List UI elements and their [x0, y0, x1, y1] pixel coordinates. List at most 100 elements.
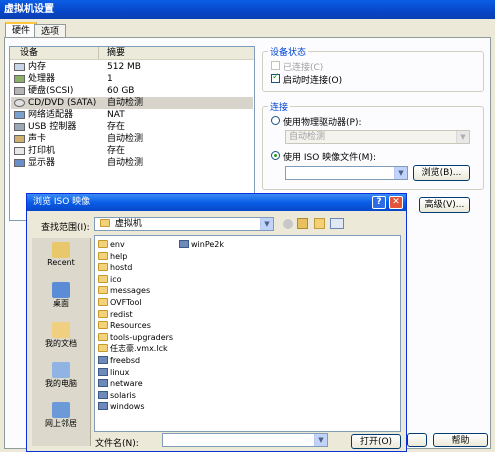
device-row-usb[interactable]: USB 控制器 存在: [11, 121, 253, 133]
connect-on-power-checkbox[interactable]: ✓: [271, 72, 280, 83]
file-name: winPe2k: [191, 240, 225, 249]
dialog-title: 浏览 ISO 映像: [27, 194, 406, 211]
file-name: linux: [110, 367, 130, 377]
help-button[interactable]: 帮助: [433, 433, 488, 447]
folder-icon: [98, 332, 108, 341]
device-row-network[interactable]: 网络适配器 NAT: [11, 109, 253, 121]
file-item[interactable]: OVFTool: [98, 297, 142, 308]
iso-file-icon: [98, 379, 108, 388]
folder-icon: [98, 286, 108, 295]
file-item[interactable]: Resources: [98, 320, 151, 331]
file-item[interactable]: hostd: [98, 262, 132, 273]
file-item[interactable]: env: [98, 239, 125, 250]
recent-icon: [52, 242, 70, 258]
documents-icon: [52, 322, 70, 338]
help-icon[interactable]: ?: [372, 196, 386, 209]
new-folder-icon[interactable]: [314, 218, 325, 229]
device-row-sound[interactable]: 声卡 自动检测: [11, 133, 253, 145]
iso-file-icon: [98, 367, 108, 376]
printer-icon: [14, 147, 25, 155]
iso-file-icon: [179, 240, 189, 248]
file-item[interactable]: 任志豪.vmx.lck: [98, 343, 168, 354]
file-name: solaris: [110, 390, 136, 400]
file-item[interactable]: winPe2k: [179, 239, 224, 250]
file-name: tools-upgraders: [110, 332, 174, 342]
file-item[interactable]: ico: [98, 274, 122, 285]
connected-checkbox[interactable]: [271, 61, 280, 70]
file-item[interactable]: freebsd: [98, 355, 140, 366]
desktop-icon: [52, 282, 70, 298]
up-folder-icon[interactable]: [297, 218, 308, 229]
place-my-documents[interactable]: 我的文档: [32, 322, 90, 349]
harddisk-icon: [14, 87, 25, 95]
iso-image-radio[interactable]: [271, 151, 280, 160]
back-icon[interactable]: [283, 219, 293, 229]
device-row-cdrom[interactable]: CD/DVD (SATA) 自动检测: [11, 97, 253, 109]
file-item[interactable]: messages: [98, 285, 150, 296]
file-list[interactable]: env help hostd ico messages OVFTool redist Reso…: [94, 235, 401, 432]
cancel-button[interactable]: [407, 433, 427, 447]
places-bar: Recent 桌面 我的文档 我的电脑 网上邻居: [32, 238, 91, 446]
file-item[interactable]: help: [98, 251, 127, 262]
folder-icon: [98, 263, 108, 272]
device-row-harddisk[interactable]: 硬盘(SCSI) 60 GB: [11, 85, 253, 97]
browse-button[interactable]: 浏览(B)...: [413, 165, 470, 181]
column-header-device[interactable]: 设备: [10, 47, 98, 60]
connected-label: 已连接(C): [283, 63, 324, 73]
monitor-icon: [14, 159, 25, 167]
memory-icon: [14, 63, 25, 71]
folder-icon: [98, 309, 108, 318]
view-menu-icon[interactable]: [330, 218, 344, 229]
chevron-down-icon: ▼: [456, 131, 469, 143]
look-in-select[interactable]: 虚拟机 ▼: [94, 217, 274, 231]
file-name: 任志豪.vmx.lck: [110, 344, 168, 354]
column-header-summary[interactable]: 摘要: [98, 47, 254, 60]
filename-input[interactable]: ▼: [162, 433, 328, 447]
file-name: messages: [110, 286, 151, 296]
device-row-memory[interactable]: 内存 512 MB: [11, 61, 253, 73]
chevron-down-icon: ▼: [394, 167, 407, 179]
network-icon: [14, 111, 25, 119]
file-item[interactable]: netware: [98, 378, 143, 389]
device-status-label: 设备状态: [268, 45, 309, 58]
chevron-down-icon: ▼: [314, 434, 327, 446]
device-row-printer[interactable]: 打印机 存在: [11, 145, 253, 157]
advanced-button[interactable]: 高级(V)...: [419, 197, 470, 213]
file-item[interactable]: tools-upgraders: [98, 332, 173, 343]
connection-label: 连接: [268, 100, 291, 113]
place-desktop[interactable]: 桌面: [32, 282, 90, 309]
file-name: ico: [110, 274, 122, 284]
network-places-icon: [52, 402, 70, 418]
device-row-processor[interactable]: 处理器 1: [11, 73, 253, 85]
file-item[interactable]: linux: [98, 367, 129, 378]
checkmark-icon: ✓: [272, 72, 280, 82]
open-button[interactable]: 打开(O): [351, 434, 401, 449]
folder-icon: [100, 219, 110, 227]
computer-icon: [52, 362, 70, 378]
file-item[interactable]: solaris: [98, 390, 136, 401]
file-item[interactable]: redist: [98, 309, 133, 320]
usb-icon: [14, 123, 25, 131]
iso-file-icon: [98, 356, 108, 364]
folder-icon: [98, 321, 108, 330]
file-name: windows: [110, 402, 145, 412]
place-my-computer[interactable]: 我的电脑: [32, 362, 90, 389]
folder-icon: [98, 298, 108, 306]
connect-on-power-label: 启动时连接(O): [283, 76, 343, 86]
file-item[interactable]: windows: [98, 401, 145, 412]
place-network[interactable]: 网上邻居: [32, 402, 90, 429]
file-name: redist: [110, 309, 133, 319]
cdrom-icon: [14, 99, 25, 107]
cpu-icon: [14, 75, 25, 83]
physical-drive-select[interactable]: 自动检测 ▼: [285, 130, 470, 144]
window-title: 虚拟机设置: [0, 0, 495, 19]
sound-icon: [14, 135, 25, 143]
folder-icon: [98, 274, 108, 283]
chevron-down-icon: ▼: [260, 218, 273, 230]
physical-drive-radio[interactable]: [271, 116, 280, 125]
iso-path-select[interactable]: ▼: [285, 166, 408, 180]
file-name: Resources: [110, 321, 151, 331]
place-recent[interactable]: Recent: [32, 242, 90, 267]
device-row-display[interactable]: 显示器 自动检测: [11, 157, 253, 169]
close-icon[interactable]: ✕: [389, 196, 403, 209]
